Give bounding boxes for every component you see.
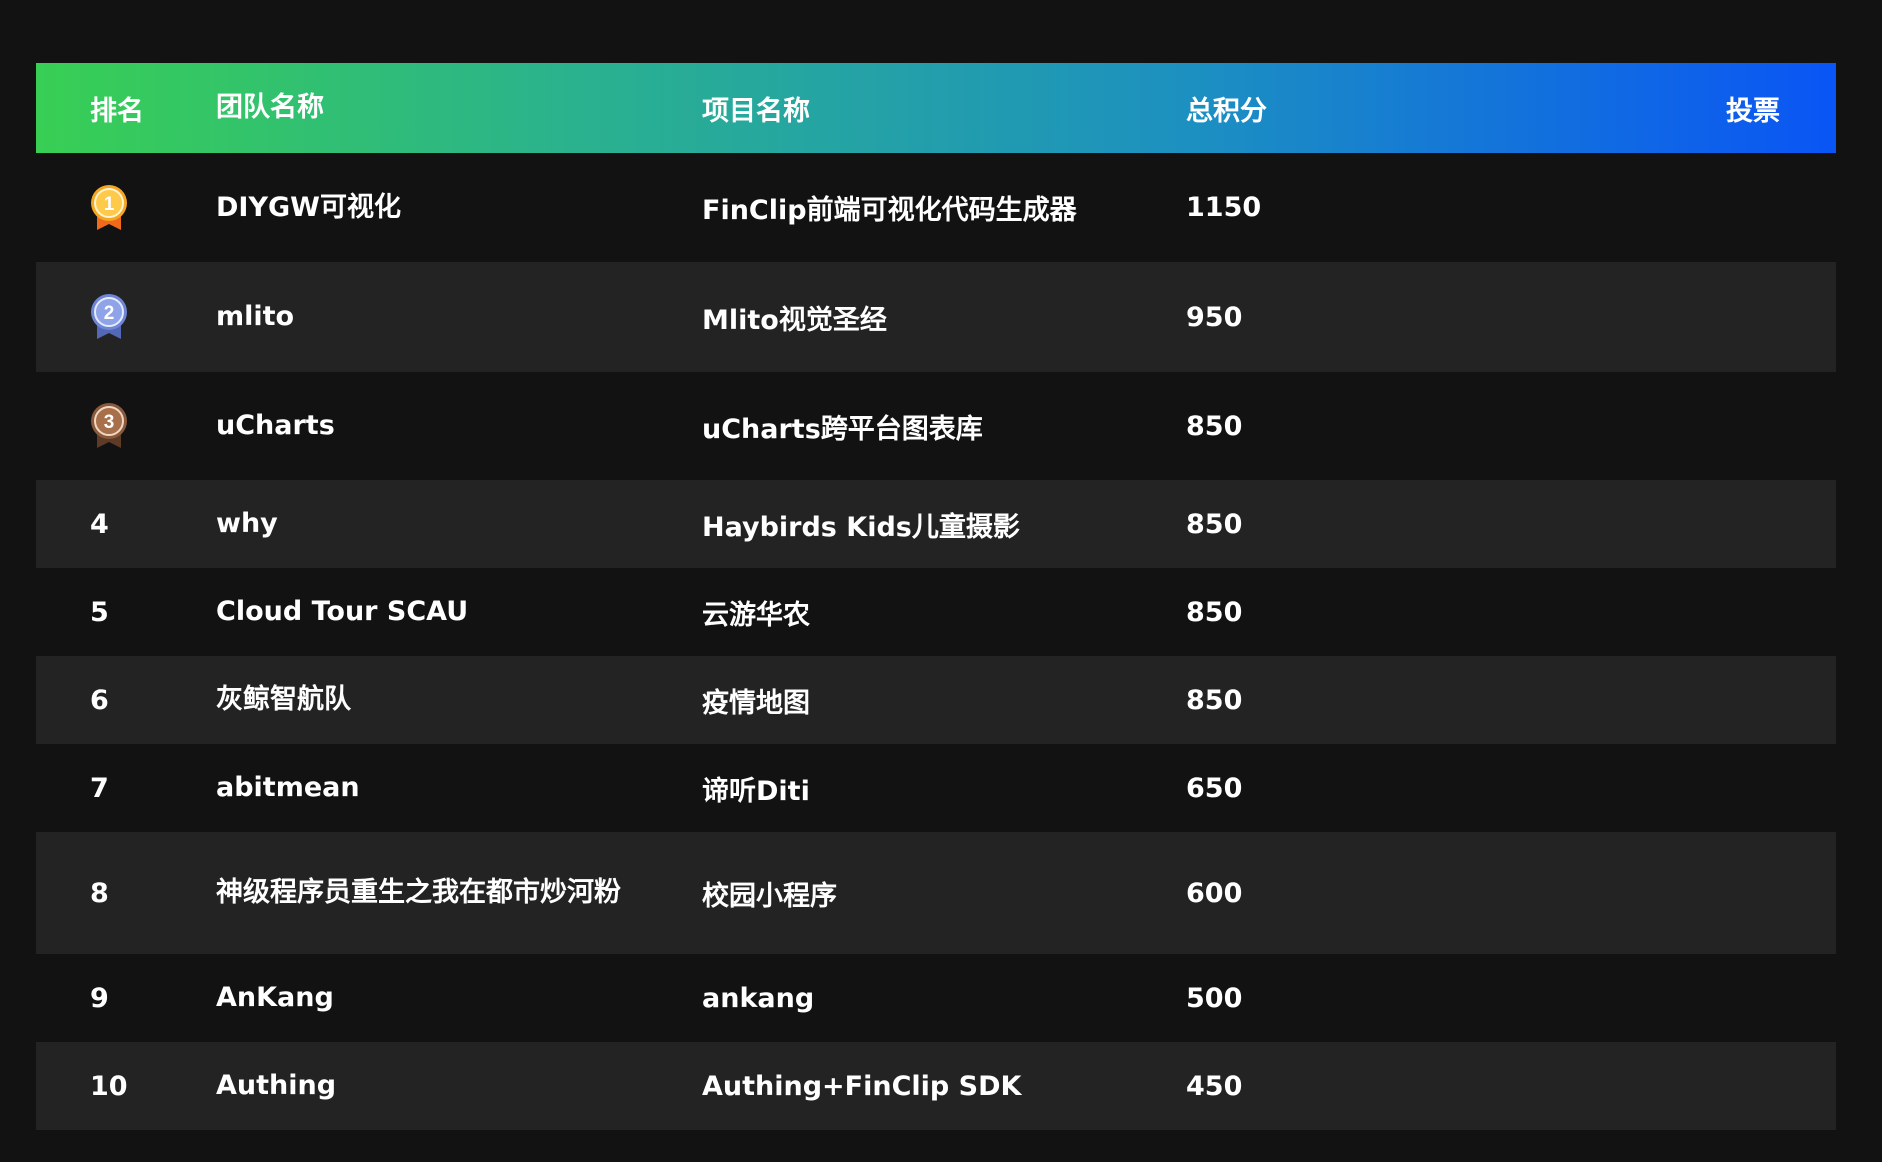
team-name: 神级程序员重生之我在都市炒河粉 — [216, 877, 621, 908]
table-row: 7 abitmean 谛听Diti 650 — [36, 744, 1836, 832]
table-row: 2 mlito Mlito视觉圣经 950 — [36, 262, 1836, 372]
table-row: 6 灰鲸智航队 疫情地图 850 — [36, 656, 1836, 744]
bronze-medal-icon: 3 — [91, 403, 127, 448]
team-name: Authing — [216, 1070, 337, 1101]
rank-cell: 2 — [36, 293, 216, 341]
project-name: ankang — [702, 982, 815, 1014]
project-name: 云游华农 — [702, 599, 810, 631]
score: 850 — [1186, 596, 1243, 628]
svg-text:3: 3 — [104, 412, 115, 433]
project-name: Haybirds Kids儿童摄影 — [702, 511, 1020, 543]
rank-number: 9 — [90, 982, 109, 1014]
header-vote: 投票 — [1726, 95, 1780, 127]
team-name: uCharts — [216, 410, 335, 441]
silver-medal-icon: 2 — [91, 294, 127, 339]
header-project: 项目名称 — [702, 95, 810, 127]
team-name: abitmean — [216, 772, 360, 803]
header-score: 总积分 — [1186, 95, 1267, 127]
project-name: Authing+FinClip SDK — [702, 1070, 1022, 1102]
svg-text:1: 1 — [104, 194, 115, 215]
team-name: why — [216, 508, 278, 539]
score: 950 — [1186, 301, 1243, 333]
rank-number: 10 — [90, 1070, 128, 1102]
svg-text:2: 2 — [104, 303, 115, 324]
score: 650 — [1186, 772, 1243, 804]
rank-number: 4 — [90, 508, 109, 540]
rank-number: 7 — [90, 772, 109, 804]
score: 500 — [1186, 982, 1243, 1014]
team-name: 灰鲸智航队 — [216, 684, 351, 715]
table-row: 5 Cloud Tour SCAU 云游华农 850 — [36, 568, 1836, 656]
rank-cell: 1 — [36, 184, 216, 232]
score: 850 — [1186, 410, 1243, 442]
team-name: Cloud Tour SCAU — [216, 596, 469, 627]
rank-cell: 3 — [36, 402, 216, 450]
header-rank: 排名 — [90, 95, 144, 127]
project-name: Mlito视觉圣经 — [702, 304, 887, 336]
score: 600 — [1186, 877, 1243, 909]
table-row: 4 why Haybirds Kids儿童摄影 850 — [36, 480, 1836, 568]
rank-number: 5 — [90, 596, 109, 628]
table-row: 9 AnKang ankang 500 — [36, 954, 1836, 1042]
score: 450 — [1186, 1070, 1243, 1102]
team-name: AnKang — [216, 982, 334, 1013]
project-name: 校园小程序 — [702, 880, 837, 912]
project-name: 疫情地图 — [702, 687, 810, 719]
table-row: 8 神级程序员重生之我在都市炒河粉 校园小程序 600 — [36, 832, 1836, 954]
table-row: 3 uCharts uCharts跨平台图表库 850 — [36, 372, 1836, 480]
gold-medal-icon: 1 — [91, 184, 127, 230]
team-name: DIYGW可视化 — [216, 191, 401, 223]
table-row: 10 Authing Authing+FinClip SDK 450 — [36, 1042, 1836, 1130]
score: 850 — [1186, 684, 1243, 716]
score: 850 — [1186, 508, 1243, 540]
leaderboard: 排名 团队名称 项目名称 总积分 投票 1 DIYGW可视化 FinClip前端… — [36, 63, 1836, 1130]
rank-number: 6 — [90, 684, 109, 716]
project-name: FinClip前端可视化代码生成器 — [702, 195, 1077, 226]
header-team: 团队名称 — [216, 92, 324, 123]
project-name: 谛听Diti — [702, 775, 810, 807]
table-row: 1 DIYGW可视化 FinClip前端可视化代码生成器 1150 — [36, 153, 1836, 262]
team-name: mlito — [216, 301, 295, 332]
project-name: uCharts跨平台图表库 — [702, 413, 983, 445]
rank-number: 8 — [90, 877, 109, 909]
table-header: 排名 团队名称 项目名称 总积分 投票 — [36, 63, 1836, 153]
score: 1150 — [1186, 192, 1262, 223]
